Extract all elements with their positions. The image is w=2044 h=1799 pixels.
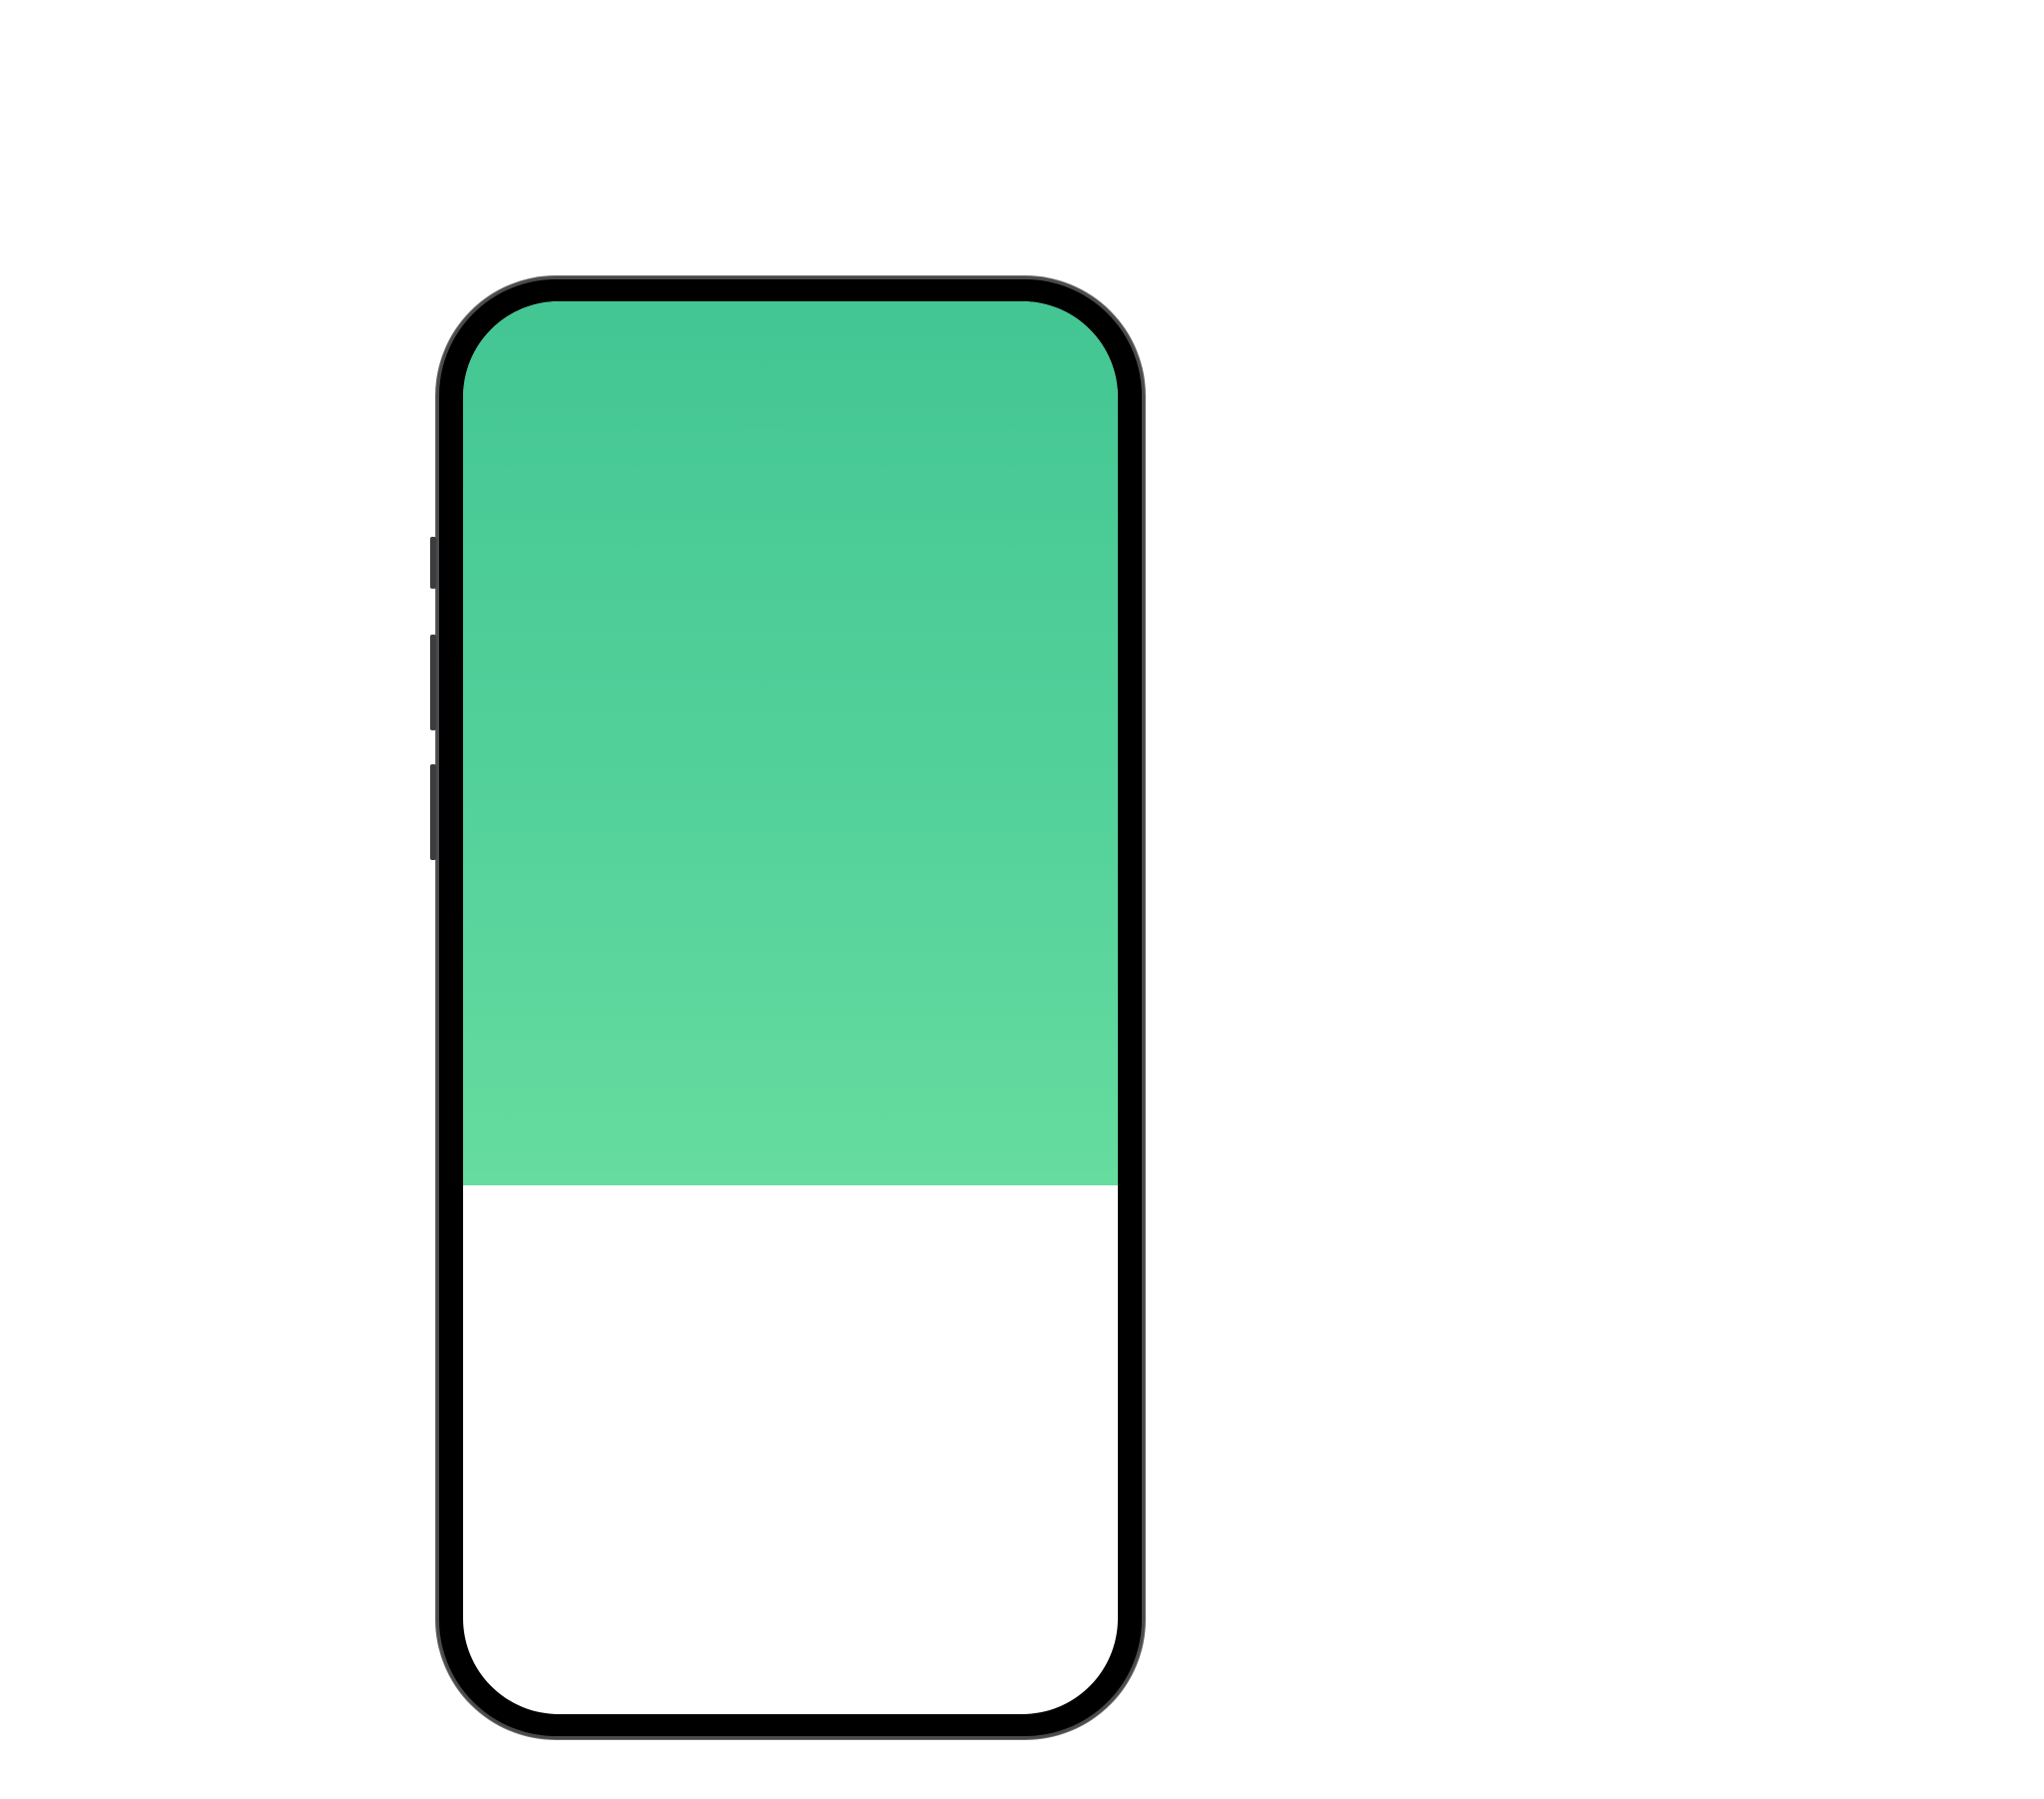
hero-panel [463, 301, 1118, 1185]
volume-down-button [430, 764, 436, 860]
home-phone [430, 276, 1145, 1739]
home-screen [463, 301, 1118, 1714]
volume-up-button [430, 635, 436, 730]
action-button [430, 537, 436, 589]
